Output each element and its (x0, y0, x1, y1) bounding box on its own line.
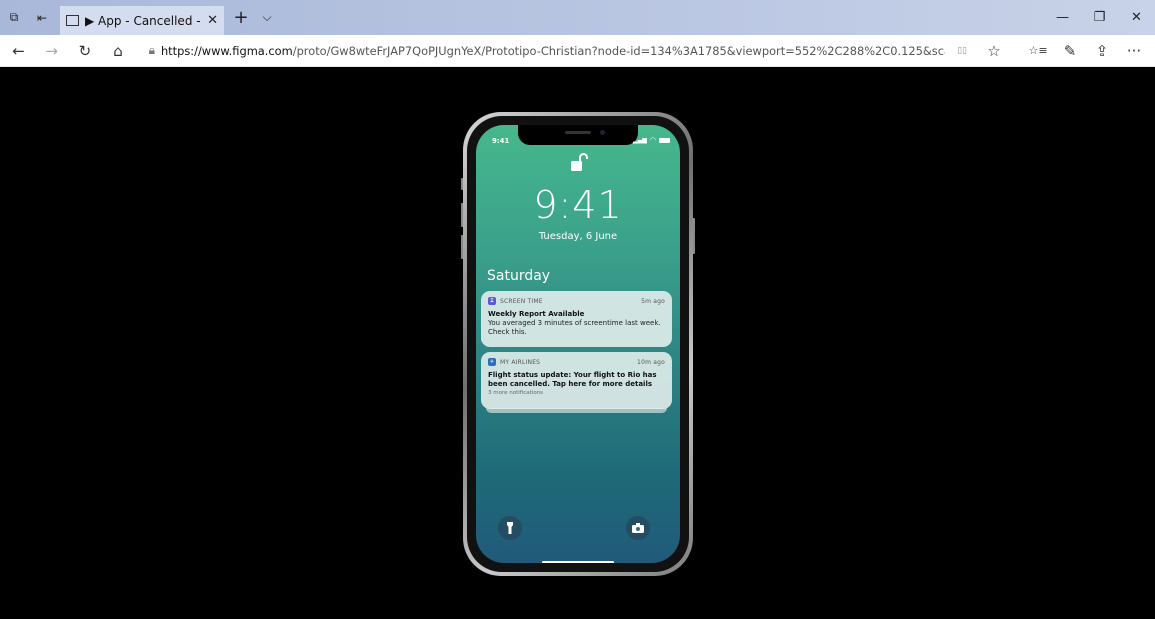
refresh-button[interactable]: ↻ (70, 35, 99, 67)
tab-preview-chevron-icon[interactable]: ⌵ (254, 10, 280, 25)
notification-title: Weekly Report Available (488, 310, 585, 318)
url-text[interactable]: https://www.figma.com/proto/Gw8wteFrJAP7… (161, 44, 945, 58)
toolbar-right: ▯▯ ☆ ☆≡ ✎ ⇪ ··· (945, 35, 1155, 67)
notification-app-name: MY AIRLINES (500, 358, 541, 366)
notification-time: 5m ago (641, 297, 665, 305)
tab-title: ▶ App - Cancelled - Prc (85, 13, 201, 28)
lock-icon: 🔒︎ (148, 43, 155, 57)
tab-actions-icon[interactable]: ⧉ (0, 0, 28, 35)
notification-header: ✈︎ MY AIRLINES 10m ago (488, 358, 665, 366)
flashlight-button[interactable] (498, 516, 522, 540)
notch (518, 125, 638, 145)
restore-button[interactable]: ❐ (1081, 0, 1118, 35)
address-bar[interactable]: 🔒︎ https://www.figma.com/proto/Gw8wteFrJ… (149, 39, 945, 63)
page-icon (66, 15, 79, 26)
close-tab-icon[interactable]: ✕ (207, 13, 218, 28)
front-camera (600, 130, 605, 135)
lock-screen[interactable]: 9:41 ▂▄▆ ◠ 9:41 Tuesday, 6 June Saturday… (476, 125, 680, 563)
camera-icon (632, 523, 644, 533)
more-options-icon[interactable]: ··· (1119, 35, 1149, 67)
notification-screen-time[interactable]: ⌛︎ SCREEN TIME 5m ago Weekly Report Avai… (481, 291, 672, 347)
minimize-button[interactable]: — (1044, 0, 1081, 35)
flashlight-icon (507, 522, 513, 534)
notification-my-airlines[interactable]: ✈︎ MY AIRLINES 10m ago Flight status upd… (481, 352, 672, 409)
more-notifications-label[interactable]: 3 more notifications (488, 390, 665, 396)
set-aside-tabs-icon[interactable]: ⇤ (28, 0, 56, 35)
airline-icon: ✈︎ (488, 358, 496, 366)
lock-screen-date: Tuesday, 6 June (538, 231, 618, 242)
lock-screen-time: 9:41 (533, 183, 623, 227)
navigation-bar: ← → ↻ ⌂ 🔒︎ https://www.figma.com/proto/G… (0, 35, 1155, 67)
forward-button[interactable]: → (37, 35, 66, 67)
home-button[interactable]: ⌂ (103, 35, 132, 67)
unlock-icon (571, 153, 588, 171)
prototype-canvas: 9:41 ▂▄▆ ◠ 9:41 Tuesday, 6 June Saturday… (0, 68, 1155, 619)
wifi-icon: ◠ (649, 136, 656, 144)
phone-bezel: 9:41 ▂▄▆ ◠ 9:41 Tuesday, 6 June Saturday… (467, 116, 689, 572)
notification-time: 10m ago (637, 358, 665, 366)
hourglass-icon: ⌛︎ (488, 297, 496, 305)
web-notes-icon[interactable]: ✎ (1055, 35, 1085, 67)
browser-tab[interactable]: ▶ App - Cancelled - Prc ✕ (60, 6, 224, 35)
notification-day-heading: Saturday (487, 268, 551, 284)
title-bar: ⧉ ⇤ ▶ App - Cancelled - Prc ✕ + ⌵ — ❐ ✕ (0, 0, 1155, 35)
share-icon[interactable]: ⇪ (1087, 35, 1117, 67)
home-indicator[interactable] (542, 561, 614, 563)
favorite-star-icon[interactable]: ☆ (979, 35, 1009, 67)
speaker (565, 131, 591, 134)
camera-button[interactable] (626, 516, 650, 540)
notification-body: You averaged 3 minutes of screentime las… (488, 319, 661, 336)
status-bar-time: 9:41 (492, 137, 510, 145)
status-bar-icons: ▂▄▆ ◠ (633, 136, 670, 144)
iphone-frame: 9:41 ▂▄▆ ◠ 9:41 Tuesday, 6 June Saturday… (463, 112, 693, 576)
close-window-button[interactable]: ✕ (1118, 0, 1155, 35)
notification-title: Flight status update: Your flight to Rio… (488, 371, 657, 388)
window-controls: — ❐ ✕ (1044, 0, 1155, 35)
favorites-hub-icon[interactable]: ☆≡ (1023, 35, 1053, 67)
notification-header: ⌛︎ SCREEN TIME 5m ago (488, 297, 665, 305)
notification-app-name: SCREEN TIME (500, 297, 543, 305)
reading-view-icon[interactable]: ▯▯ (947, 35, 977, 67)
new-tab-button[interactable]: + (228, 7, 254, 28)
battery-icon (659, 137, 670, 143)
signal-icon: ▂▄▆ (633, 136, 647, 144)
back-button[interactable]: ← (4, 35, 33, 67)
